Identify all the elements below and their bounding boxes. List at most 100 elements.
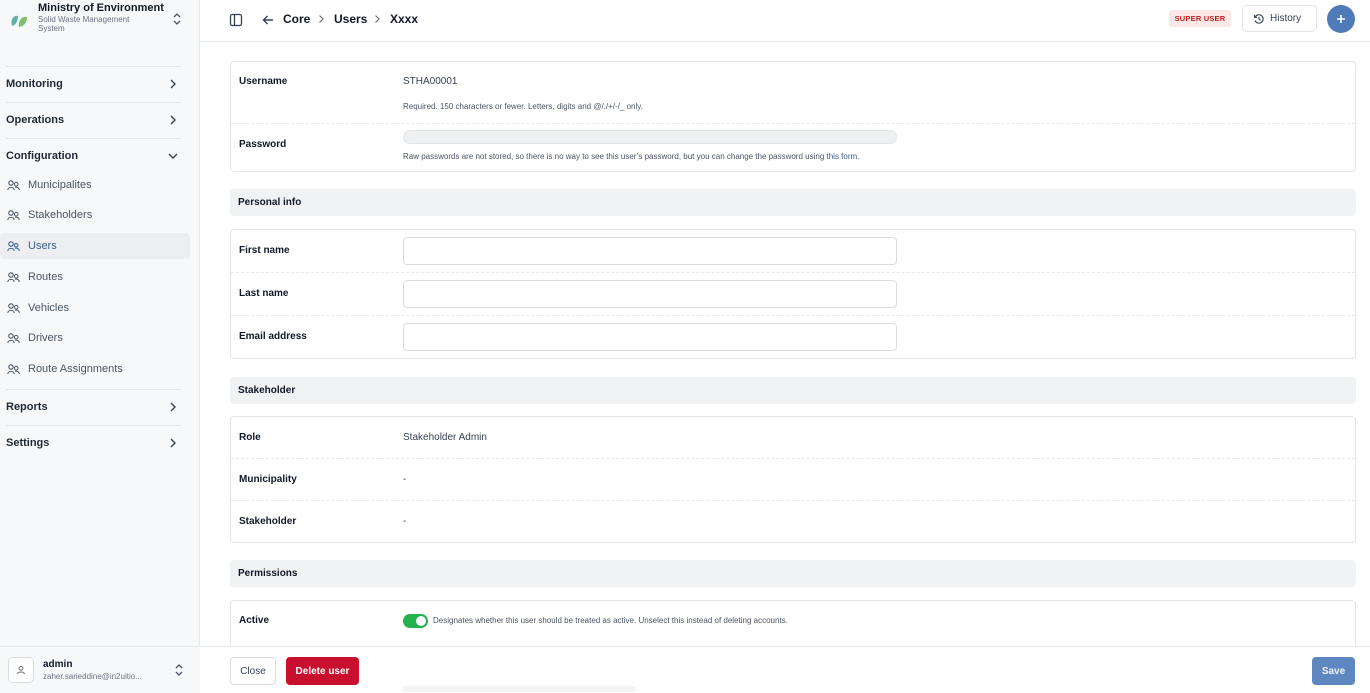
- last-name-input[interactable]: [403, 280, 897, 308]
- plus-icon: [1337, 15, 1345, 23]
- municipality-value: -: [403, 474, 407, 485]
- chevron-right-icon: [170, 402, 176, 412]
- sidebar-item-label: Municipalites: [28, 179, 92, 191]
- password-row: Password Raw passwords are not stored, s…: [231, 124, 1355, 172]
- user-name: admin: [43, 658, 73, 670]
- back-arrow-icon[interactable]: [261, 13, 275, 27]
- user-email: zaher.sarieddine@in2uitio...: [43, 671, 142, 681]
- first-name-row: First name: [231, 230, 1355, 273]
- form-footer: Close Delete user Save: [200, 646, 1370, 693]
- brand-subtitle-2: System: [38, 24, 65, 33]
- sidebar-item-label: Stakeholders: [28, 209, 93, 221]
- personal-info-card: First name Last name Email address: [230, 229, 1356, 359]
- chevron-right-icon: [170, 438, 176, 448]
- username-help: Required. 150 characters or fewer. Lette…: [403, 102, 643, 111]
- stakeholder-value: -: [403, 516, 407, 527]
- user-menu[interactable]: admin zaher.sarieddine@in2uitio...: [0, 646, 200, 693]
- stakeholder-row: Stakeholder -: [231, 501, 1355, 543]
- users-icon: [7, 303, 20, 314]
- history-icon: [1253, 13, 1264, 24]
- sidebar-item-vehicles[interactable]: Vehicles: [0, 295, 190, 321]
- delete-user-button[interactable]: Delete user: [286, 657, 359, 685]
- password-help: Raw passwords are not stored, so there i…: [403, 152, 859, 161]
- brand-subtitle: Solid Waste Management: [38, 15, 130, 24]
- nav-section-label: Monitoring: [6, 78, 63, 90]
- divider: [6, 138, 181, 139]
- password-hash-field: [403, 130, 897, 144]
- super-user-badge: SUPER USER: [1169, 10, 1231, 27]
- users-icon: [7, 241, 20, 252]
- users-icon: [7, 364, 20, 375]
- chevron-right-icon: [170, 79, 176, 89]
- users-icon: [7, 180, 20, 191]
- history-button[interactable]: History: [1242, 5, 1317, 32]
- municipality-label: Municipality: [239, 474, 297, 485]
- sidebar-item-municipalites[interactable]: Municipalites: [0, 172, 190, 198]
- chevron-right-icon: [319, 15, 324, 23]
- breadcrumb-core[interactable]: Core: [283, 12, 310, 26]
- username-row: Username STHA00001 Required. 150 charact…: [231, 62, 1355, 124]
- sidebar-item-label: Drivers: [28, 332, 63, 344]
- last-name-row: Last name: [231, 273, 1355, 316]
- chevron-updown-icon: [173, 13, 181, 25]
- sidebar-item-route-assignments[interactable]: Route Assignments: [0, 356, 190, 382]
- first-name-input[interactable]: [403, 237, 897, 265]
- email-row: Email address: [231, 316, 1355, 359]
- sidebar-toggle-icon[interactable]: [229, 13, 243, 27]
- obscured-content: [402, 686, 636, 692]
- leaf-logo-icon: [11, 15, 27, 27]
- chevron-updown-icon: [175, 664, 183, 676]
- active-label: Active: [239, 615, 270, 626]
- divider: [6, 425, 181, 426]
- avatar: [8, 657, 34, 683]
- sidebar-item-drivers[interactable]: Drivers: [0, 325, 190, 351]
- app-switcher[interactable]: Ministry of Environment Solid Waste Mana…: [0, 0, 200, 42]
- breadcrumb-current: Xxxx: [390, 12, 419, 26]
- password-help-end: .: [857, 152, 860, 161]
- breadcrumb-users[interactable]: Users: [334, 12, 367, 26]
- nav-section-settings[interactable]: Settings: [0, 432, 190, 454]
- email-label: Email address: [239, 331, 307, 342]
- chevron-right-icon: [375, 15, 380, 23]
- section-permissions: Permissions: [230, 560, 1356, 587]
- last-name-label: Last name: [239, 288, 289, 299]
- sidebar-item-label: Routes: [28, 271, 63, 283]
- sidebar: Ministry of Environment Solid Waste Mana…: [0, 0, 200, 693]
- stakeholder-label: Stakeholder: [239, 516, 297, 527]
- sidebar-item-routes[interactable]: Routes: [0, 264, 190, 290]
- username-label: Username: [239, 76, 288, 87]
- password-help-text: Raw passwords are not stored, so there i…: [403, 152, 827, 161]
- sidebar-item-stakeholders[interactable]: Stakeholders: [0, 202, 190, 228]
- nav-section-configuration[interactable]: Configuration: [0, 145, 190, 167]
- users-icon: [7, 210, 20, 221]
- stakeholder-card: Role Stakeholder Admin Municipality - St…: [230, 416, 1356, 543]
- add-button[interactable]: [1327, 5, 1355, 33]
- nav-section-operations[interactable]: Operations: [0, 109, 190, 131]
- nav-section-label: Configuration: [6, 150, 79, 162]
- sidebar-item-label: Route Assignments: [28, 363, 123, 375]
- close-button[interactable]: Close: [230, 657, 276, 685]
- sidebar-item-label: Vehicles: [28, 302, 69, 314]
- chevron-down-icon: [168, 153, 178, 159]
- active-row: Active Designates whether this user shou…: [231, 601, 1355, 643]
- sidebar-item-users[interactable]: Users: [0, 233, 190, 259]
- active-toggle[interactable]: [403, 614, 428, 628]
- email-input[interactable]: [403, 323, 897, 351]
- section-stakeholder: Stakeholder: [230, 377, 1356, 404]
- users-icon: [7, 333, 20, 344]
- brand-title: Ministry of Environment: [38, 2, 164, 14]
- nav-section-monitoring[interactable]: Monitoring: [0, 73, 190, 95]
- save-button[interactable]: Save: [1312, 657, 1355, 685]
- account-card: Username STHA00001 Required. 150 charact…: [230, 61, 1356, 172]
- municipality-row: Municipality -: [231, 459, 1355, 501]
- change-password-link[interactable]: this form: [827, 152, 858, 161]
- role-value: Stakeholder Admin: [403, 432, 487, 443]
- divider: [6, 389, 181, 390]
- role-row: Role Stakeholder Admin: [231, 417, 1355, 459]
- chevron-right-icon: [170, 115, 176, 125]
- active-help: Designates whether this user should be t…: [433, 616, 788, 625]
- section-personal-info: Personal info: [230, 189, 1356, 216]
- first-name-label: First name: [239, 245, 290, 256]
- users-icon: [7, 272, 20, 283]
- nav-section-reports[interactable]: Reports: [0, 396, 190, 418]
